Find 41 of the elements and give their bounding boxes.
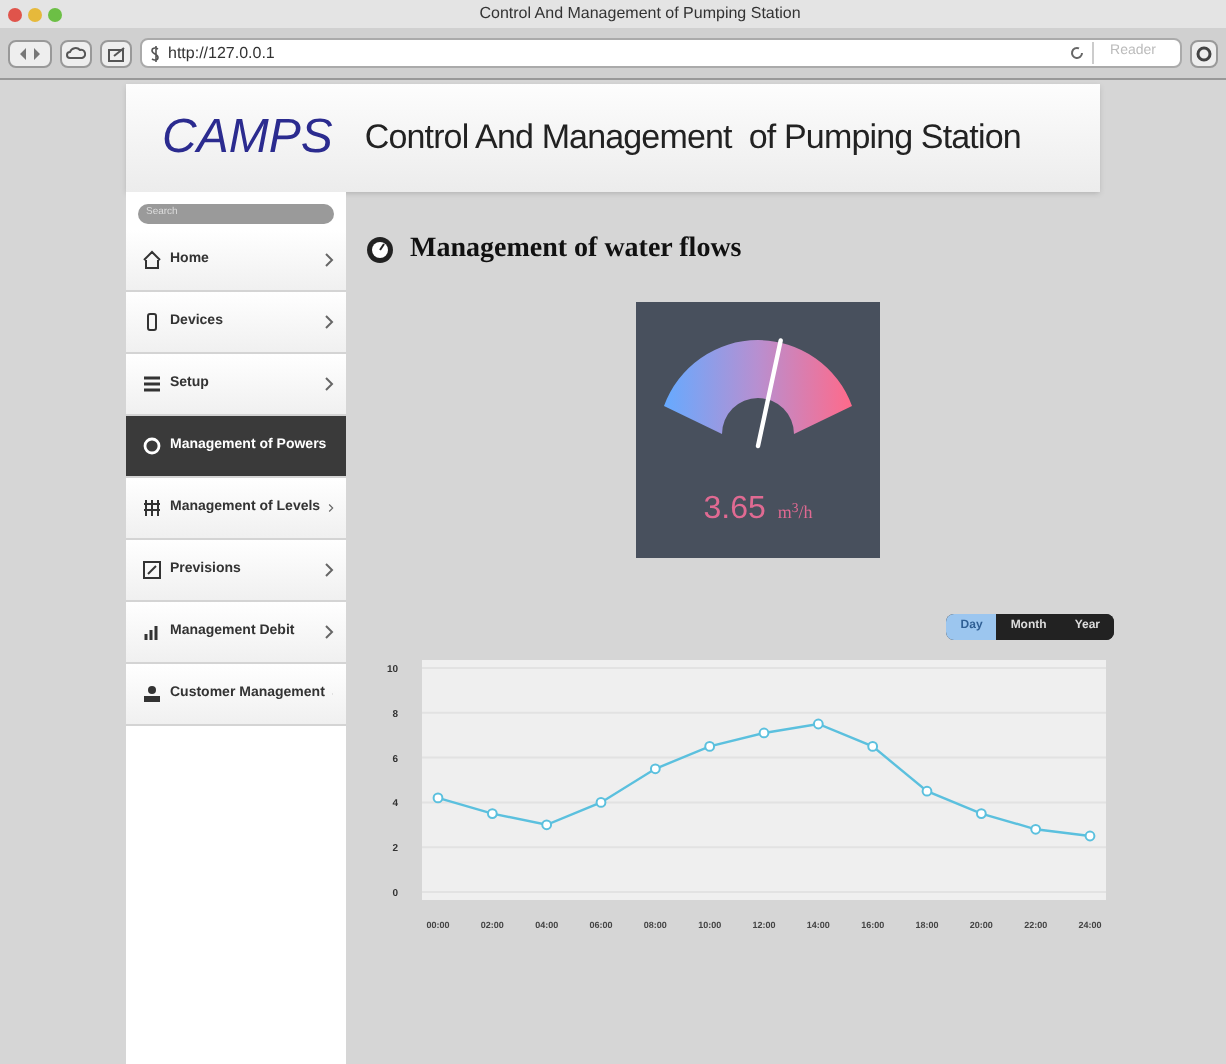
logo: CAMPS xyxy=(162,108,333,168)
data-point xyxy=(1084,830,1096,842)
menu-icon xyxy=(142,374,162,394)
house-icon xyxy=(142,250,162,270)
data-point xyxy=(867,741,879,752)
downloads-button[interactable] xyxy=(1190,39,1218,67)
circle-icon xyxy=(142,436,162,456)
person-icon xyxy=(142,684,162,704)
data-point xyxy=(704,741,716,752)
data-point xyxy=(975,808,987,819)
data-point xyxy=(649,763,661,775)
data-point xyxy=(486,808,498,819)
bar-chart-icon xyxy=(142,622,162,642)
data-point xyxy=(1030,823,1042,835)
share-button[interactable] xyxy=(100,39,132,67)
cloud-button[interactable] xyxy=(60,39,92,67)
data-point xyxy=(758,727,770,739)
url-text: http://127.0.0.1 xyxy=(168,41,277,65)
phone-icon xyxy=(142,312,162,332)
gauge-icon xyxy=(366,235,394,263)
data-point xyxy=(595,797,607,808)
site-icon xyxy=(150,45,160,61)
back-forward-button[interactable] xyxy=(8,39,52,67)
close-icon[interactable] xyxy=(8,7,22,21)
data-point xyxy=(432,792,444,804)
flow-unit: m$^{3}$/h xyxy=(777,500,813,526)
edit-icon xyxy=(142,560,162,580)
grid-icon xyxy=(142,498,162,518)
data-point xyxy=(812,718,824,730)
data-point xyxy=(541,819,553,831)
data-point xyxy=(921,785,933,797)
cloud-icon xyxy=(66,46,86,60)
page-title: Control And Management of Pumping Station xyxy=(364,116,1021,161)
gauge-needle xyxy=(755,338,783,449)
section-title: Management of water flows xyxy=(410,232,742,268)
flow-value: 3.65 xyxy=(703,490,766,530)
reload-icon[interactable] xyxy=(1070,46,1085,60)
share-icon xyxy=(107,45,125,61)
window-title: Control And Management of Pumping Station xyxy=(477,2,803,26)
ring-icon xyxy=(1196,45,1212,61)
arrows-icon xyxy=(18,47,42,59)
